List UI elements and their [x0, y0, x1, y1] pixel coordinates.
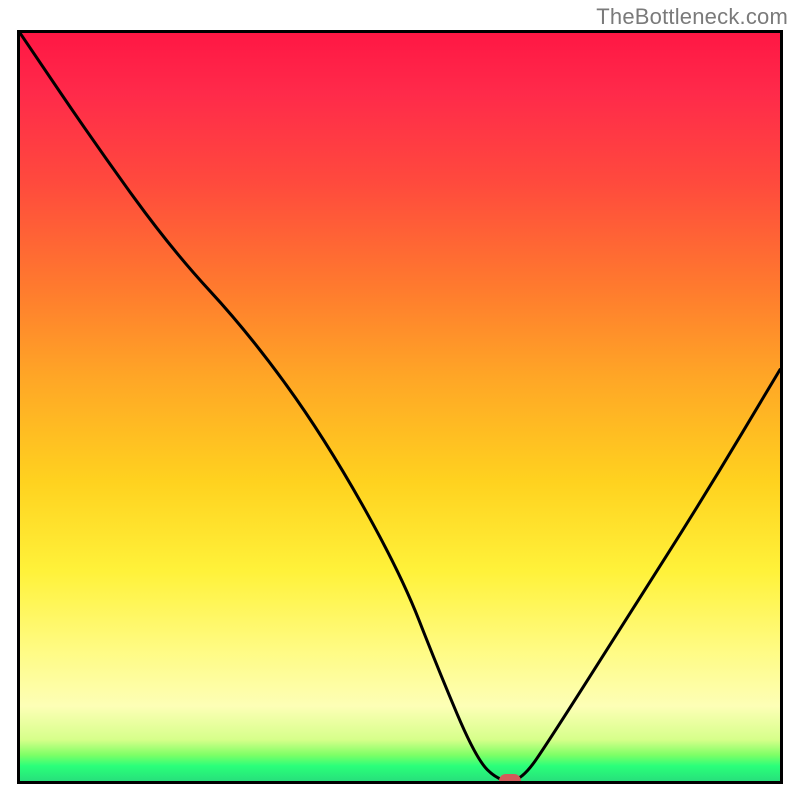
watermark: TheBottleneck.com — [596, 4, 788, 30]
chart-container: TheBottleneck.com — [0, 0, 800, 800]
minimum-marker — [499, 774, 521, 784]
bottleneck-curve — [20, 33, 780, 781]
plot-area — [17, 30, 783, 784]
